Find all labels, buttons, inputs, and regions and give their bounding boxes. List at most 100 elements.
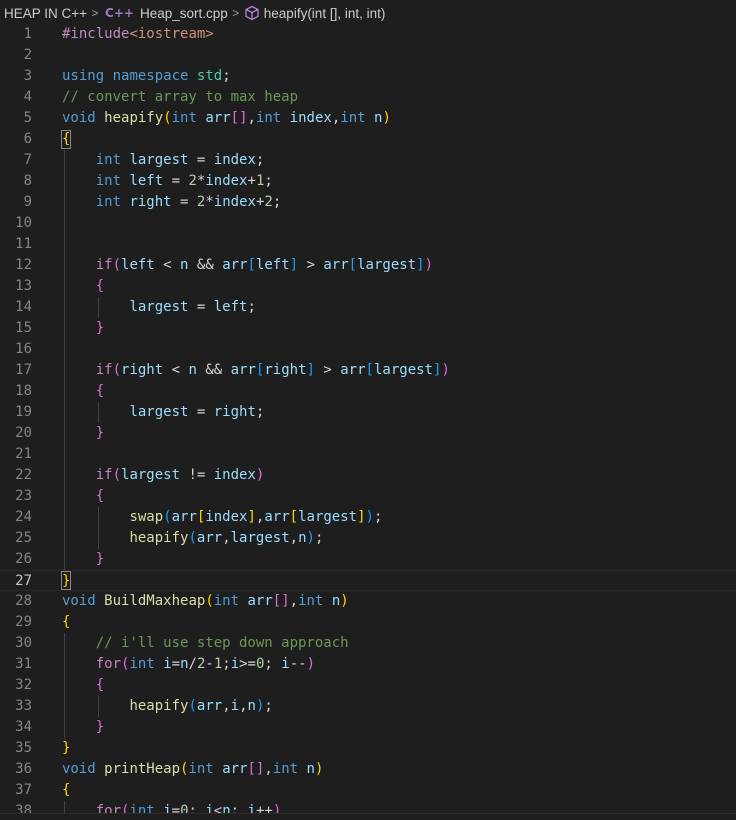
code-text: } bbox=[96, 549, 104, 570]
code-text: using namespace std; bbox=[62, 66, 231, 87]
code-token: { bbox=[62, 782, 71, 798]
code-line[interactable]: 35} bbox=[0, 738, 736, 759]
code-token: ; bbox=[264, 656, 282, 672]
code-token: ( bbox=[205, 593, 214, 609]
indent-guide bbox=[98, 507, 99, 549]
code-token: >= bbox=[239, 656, 256, 672]
code-token: arr bbox=[340, 362, 366, 378]
code-token: ] bbox=[357, 509, 366, 525]
code-token: largest bbox=[129, 299, 189, 315]
breadcrumb-folder[interactable]: HEAP IN C++ bbox=[4, 6, 87, 21]
line-number: 27 bbox=[15, 573, 32, 589]
line-number: 37 bbox=[15, 782, 32, 798]
code-token: i bbox=[230, 656, 240, 672]
code-text: { bbox=[62, 780, 70, 801]
code-token: ( bbox=[112, 362, 122, 378]
code-line[interactable]: 5 void heapify(int arr[],int index,int n) bbox=[0, 108, 736, 129]
code-line[interactable]: 31 for(int i=n/2-1;i>=0; i--) bbox=[0, 654, 736, 675]
code-line[interactable]: 12 if(left < n && arr[left] > arr[largest… bbox=[0, 255, 736, 276]
chevron-right-icon: > bbox=[232, 6, 240, 20]
code-line[interactable]: 6{ bbox=[0, 129, 736, 150]
code-line[interactable]: 36 void printHeap(int arr[],int n) bbox=[0, 759, 736, 780]
code-line[interactable]: 20} bbox=[0, 423, 736, 444]
code-token: namespace bbox=[112, 68, 189, 84]
code-line[interactable]: 3 using namespace std; bbox=[0, 66, 736, 87]
code-editor[interactable]: 1 #include<iostream> 2 3 using namespace std… bbox=[0, 26, 736, 820]
code-line[interactable]: 24 swap(arr[index],arr[largest]); bbox=[0, 507, 736, 528]
line-number: 3 bbox=[23, 68, 32, 84]
code-token: n bbox=[247, 698, 256, 714]
code-line[interactable]: 33 heapify(arr,i,n); bbox=[0, 696, 736, 717]
indent-guide bbox=[64, 633, 65, 738]
line-number: 17 bbox=[15, 362, 32, 378]
code-token: // convert array to max heap bbox=[62, 89, 299, 105]
code-token: i bbox=[230, 698, 240, 714]
code-token: ; bbox=[264, 698, 273, 714]
code-text: if(right < n && arr[right] > arr[largest… bbox=[96, 360, 450, 381]
code-token: ) bbox=[255, 467, 265, 483]
code-line[interactable]: 37 { bbox=[0, 780, 736, 801]
code-line[interactable]: 18 { bbox=[0, 381, 736, 402]
code-line[interactable]: 27} bbox=[0, 570, 736, 591]
code-line[interactable]: 17 if(right < n && arr[right] > arr[large… bbox=[0, 360, 736, 381]
code-line[interactable]: 25 heapify(arr,largest,n); bbox=[0, 528, 736, 549]
code-text: int right = 2*index+2; bbox=[96, 192, 282, 213]
code-token: && bbox=[188, 257, 223, 273]
code-token: > bbox=[298, 257, 324, 273]
code-token: != bbox=[180, 467, 214, 483]
code-line[interactable]: 21 bbox=[0, 444, 736, 465]
code-token: arr bbox=[222, 257, 248, 273]
code-line[interactable]: 2 bbox=[0, 45, 736, 66]
code-line[interactable]: 23 { bbox=[0, 486, 736, 507]
code-line[interactable]: 29 { bbox=[0, 612, 736, 633]
code-line[interactable]: 19 largest = right; bbox=[0, 402, 736, 423]
code-line[interactable]: 14 largest = left; bbox=[0, 297, 736, 318]
code-line[interactable]: 34} bbox=[0, 717, 736, 738]
code-line[interactable]: 7 int largest = index; bbox=[0, 150, 736, 171]
code-text: if(left < n && arr[left] > arr[largest]) bbox=[96, 255, 433, 276]
code-line[interactable]: 4 // convert array to max heap bbox=[0, 87, 736, 108]
line-number: 31 bbox=[15, 656, 32, 672]
code-token: [] bbox=[247, 761, 265, 777]
code-token: int bbox=[272, 761, 299, 777]
code-token: } bbox=[95, 425, 105, 441]
line-number: 18 bbox=[15, 383, 32, 399]
code-token: ; bbox=[264, 173, 273, 189]
code-token: - bbox=[205, 656, 214, 672]
code-line[interactable]: 26} bbox=[0, 549, 736, 570]
code-token: heapify bbox=[104, 110, 164, 126]
code-token: int bbox=[213, 593, 240, 609]
breadcrumb-symbol-label: heapify(int [], int, int) bbox=[263, 5, 386, 21]
code-line[interactable]: 1 #include<iostream> bbox=[0, 26, 736, 45]
code-line[interactable]: 15} bbox=[0, 318, 736, 339]
breadcrumb-symbol[interactable]: heapify(int [], int, int) bbox=[244, 5, 386, 21]
code-text: { bbox=[96, 276, 104, 297]
code-token: && bbox=[196, 362, 231, 378]
code-token: { bbox=[95, 677, 105, 693]
code-token: [ bbox=[247, 257, 256, 273]
code-line[interactable]: 28 void BuildMaxheap(int arr[],int n) bbox=[0, 591, 736, 612]
code-line[interactable]: 11 bbox=[0, 234, 736, 255]
breadcrumb-file[interactable]: C++ Heap_sort.cpp bbox=[103, 6, 228, 21]
code-line[interactable]: 16 bbox=[0, 339, 736, 360]
code-token: + bbox=[247, 173, 256, 189]
line-number: 15 bbox=[15, 320, 32, 336]
code-token: BuildMaxheap bbox=[104, 593, 206, 609]
code-token: int bbox=[129, 656, 155, 672]
code-token: if bbox=[95, 257, 113, 273]
code-line[interactable]: 9 int right = 2*index+2; bbox=[0, 192, 736, 213]
code-line[interactable]: 8 int left = 2*index+1; bbox=[0, 171, 736, 192]
code-token: largest bbox=[230, 530, 290, 546]
code-line[interactable]: 22 if(largest != index) bbox=[0, 465, 736, 486]
code-line[interactable]: 10 bbox=[0, 213, 736, 234]
code-line[interactable]: 30 // i'll use step down approach bbox=[0, 633, 736, 654]
code-line[interactable]: 13 { bbox=[0, 276, 736, 297]
code-token: n bbox=[188, 362, 197, 378]
code-line[interactable]: 32 { bbox=[0, 675, 736, 696]
code-token: heapify bbox=[129, 698, 189, 714]
editor-bottom-edge bbox=[0, 813, 736, 820]
